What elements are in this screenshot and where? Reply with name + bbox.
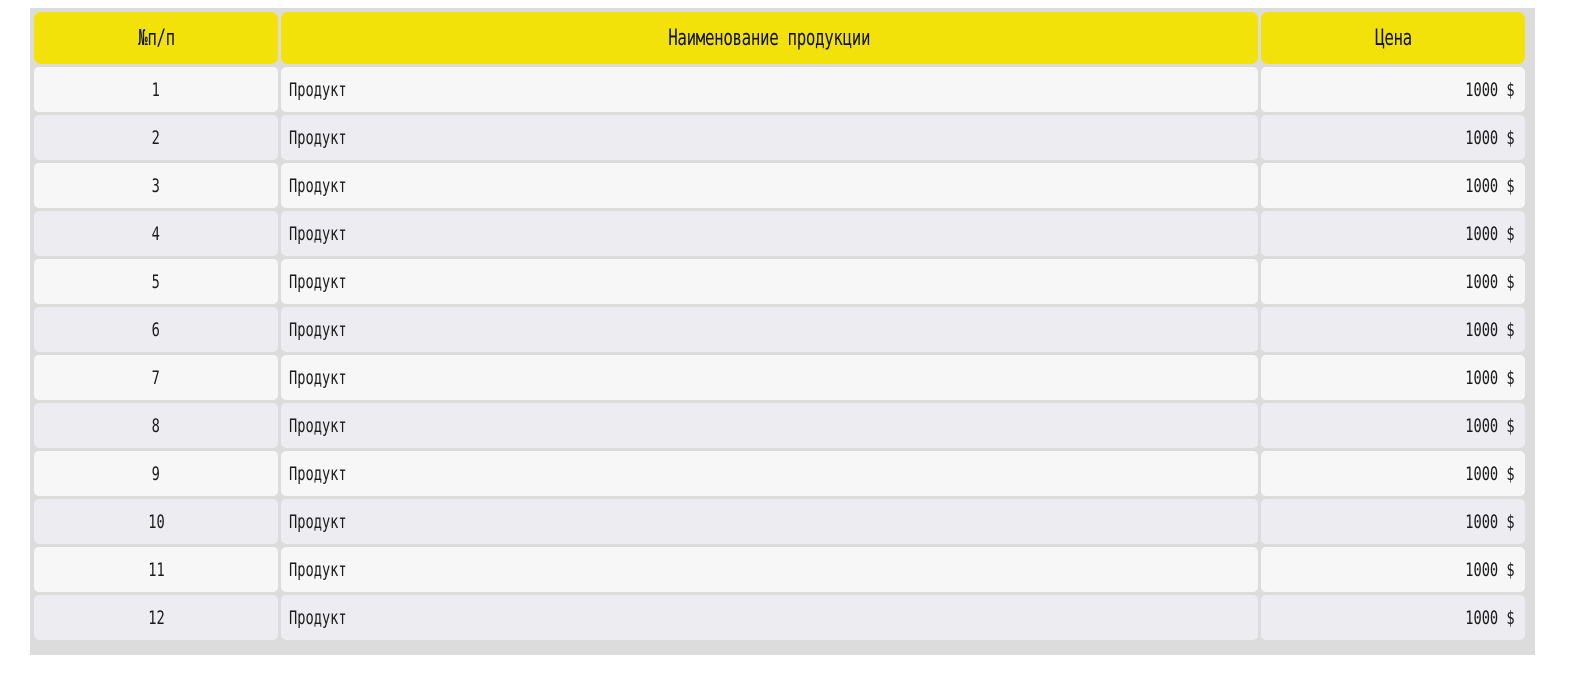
row-number-cell: 9 — [34, 451, 278, 496]
row-price: 1000 $ — [1465, 510, 1515, 533]
row-product-name-cell: Продукт — [281, 307, 1258, 352]
row-number-cell: 10 — [34, 499, 278, 544]
price-table: №п/п Наименование продукции Цена 1 Продук… — [31, 9, 1528, 643]
row-product-name: Продукт — [289, 126, 347, 149]
row-number: 11 — [147, 558, 165, 581]
row-product-name: Продукт — [289, 414, 347, 437]
row-product-name: Продукт — [289, 462, 347, 485]
row-number: 5 — [151, 270, 161, 293]
row-number-cell: 2 — [34, 115, 278, 160]
row-price-cell: 1000 $ — [1261, 595, 1525, 640]
row-number-cell: 8 — [34, 403, 278, 448]
row-product-name-cell: Продукт — [281, 163, 1258, 208]
table-row: 8 Продукт 1000 $ — [34, 403, 1525, 448]
row-price: 1000 $ — [1465, 222, 1515, 245]
row-price: 1000 $ — [1465, 414, 1515, 437]
table-row: 2 Продукт 1000 $ — [34, 115, 1525, 160]
table-row: 7 Продукт 1000 $ — [34, 355, 1525, 400]
row-product-name: Продукт — [289, 78, 347, 101]
row-number-cell: 6 — [34, 307, 278, 352]
row-price-cell: 1000 $ — [1261, 499, 1525, 544]
row-number-cell: 5 — [34, 259, 278, 304]
row-number: 1 — [151, 78, 161, 101]
row-number-cell: 12 — [34, 595, 278, 640]
row-product-name-cell: Продукт — [281, 499, 1258, 544]
row-product-name: Продукт — [289, 606, 347, 629]
table-row: 10 Продукт 1000 $ — [34, 499, 1525, 544]
row-number-cell: 7 — [34, 355, 278, 400]
row-product-name-cell: Продукт — [281, 67, 1258, 112]
row-price-cell: 1000 $ — [1261, 307, 1525, 352]
table-row: 12 Продукт 1000 $ — [34, 595, 1525, 640]
table-row: 3 Продукт 1000 $ — [34, 163, 1525, 208]
row-price-cell: 1000 $ — [1261, 403, 1525, 448]
row-number: 3 — [151, 174, 161, 197]
row-product-name-cell: Продукт — [281, 211, 1258, 256]
row-product-name-cell: Продукт — [281, 547, 1258, 592]
row-price: 1000 $ — [1465, 558, 1515, 581]
row-price: 1000 $ — [1465, 78, 1515, 101]
row-product-name: Продукт — [289, 318, 347, 341]
header-number: №п/п — [34, 12, 278, 64]
row-product-name-cell: Продукт — [281, 403, 1258, 448]
header-number-label: №п/п — [137, 25, 175, 51]
row-price-cell: 1000 $ — [1261, 163, 1525, 208]
header-price: Цена — [1261, 12, 1525, 64]
row-number: 4 — [151, 222, 161, 245]
row-product-name: Продукт — [289, 222, 347, 245]
row-number: 2 — [151, 126, 161, 149]
header-name-label: Наименование продукции — [668, 25, 871, 51]
row-price-cell: 1000 $ — [1261, 67, 1525, 112]
table-row: 6 Продукт 1000 $ — [34, 307, 1525, 352]
row-product-name-cell: Продукт — [281, 451, 1258, 496]
table-header: №п/п Наименование продукции Цена — [34, 12, 1525, 64]
row-number: 7 — [151, 366, 161, 389]
row-number-cell: 1 — [34, 67, 278, 112]
row-product-name: Продукт — [289, 270, 347, 293]
row-price: 1000 $ — [1465, 126, 1515, 149]
row-product-name-cell: Продукт — [281, 259, 1258, 304]
row-price: 1000 $ — [1465, 462, 1515, 485]
row-number: 8 — [151, 414, 161, 437]
price-table-frame: №п/п Наименование продукции Цена 1 Продук… — [30, 8, 1535, 655]
row-number: 12 — [147, 606, 165, 629]
row-number: 10 — [147, 510, 165, 533]
table-body: 1 Продукт 1000 $ 2 Продукт 1000 $ 3 Продукт 1000… — [34, 67, 1525, 640]
row-price-cell: 1000 $ — [1261, 259, 1525, 304]
row-price-cell: 1000 $ — [1261, 355, 1525, 400]
row-product-name: Продукт — [289, 510, 347, 533]
row-number-cell: 11 — [34, 547, 278, 592]
table-row: 5 Продукт 1000 $ — [34, 259, 1525, 304]
row-product-name-cell: Продукт — [281, 115, 1258, 160]
row-product-name: Продукт — [289, 174, 347, 197]
row-price: 1000 $ — [1465, 270, 1515, 293]
row-price-cell: 1000 $ — [1261, 547, 1525, 592]
row-number-cell: 4 — [34, 211, 278, 256]
row-price: 1000 $ — [1465, 174, 1515, 197]
header-name: Наименование продукции — [281, 12, 1258, 64]
row-price-cell: 1000 $ — [1261, 115, 1525, 160]
row-price: 1000 $ — [1465, 606, 1515, 629]
header-price-label: Цена — [1374, 25, 1412, 51]
row-price: 1000 $ — [1465, 318, 1515, 341]
table-row: 1 Продукт 1000 $ — [34, 67, 1525, 112]
row-product-name-cell: Продукт — [281, 355, 1258, 400]
row-product-name-cell: Продукт — [281, 595, 1258, 640]
row-number: 6 — [151, 318, 161, 341]
table-row: 9 Продукт 1000 $ — [34, 451, 1525, 496]
table-row: 4 Продукт 1000 $ — [34, 211, 1525, 256]
header-row: №п/п Наименование продукции Цена — [34, 12, 1525, 64]
row-price: 1000 $ — [1465, 366, 1515, 389]
table-row: 11 Продукт 1000 $ — [34, 547, 1525, 592]
row-price-cell: 1000 $ — [1261, 451, 1525, 496]
row-product-name: Продукт — [289, 558, 347, 581]
row-product-name: Продукт — [289, 366, 347, 389]
row-number: 9 — [151, 462, 161, 485]
row-price-cell: 1000 $ — [1261, 211, 1525, 256]
row-number-cell: 3 — [34, 163, 278, 208]
